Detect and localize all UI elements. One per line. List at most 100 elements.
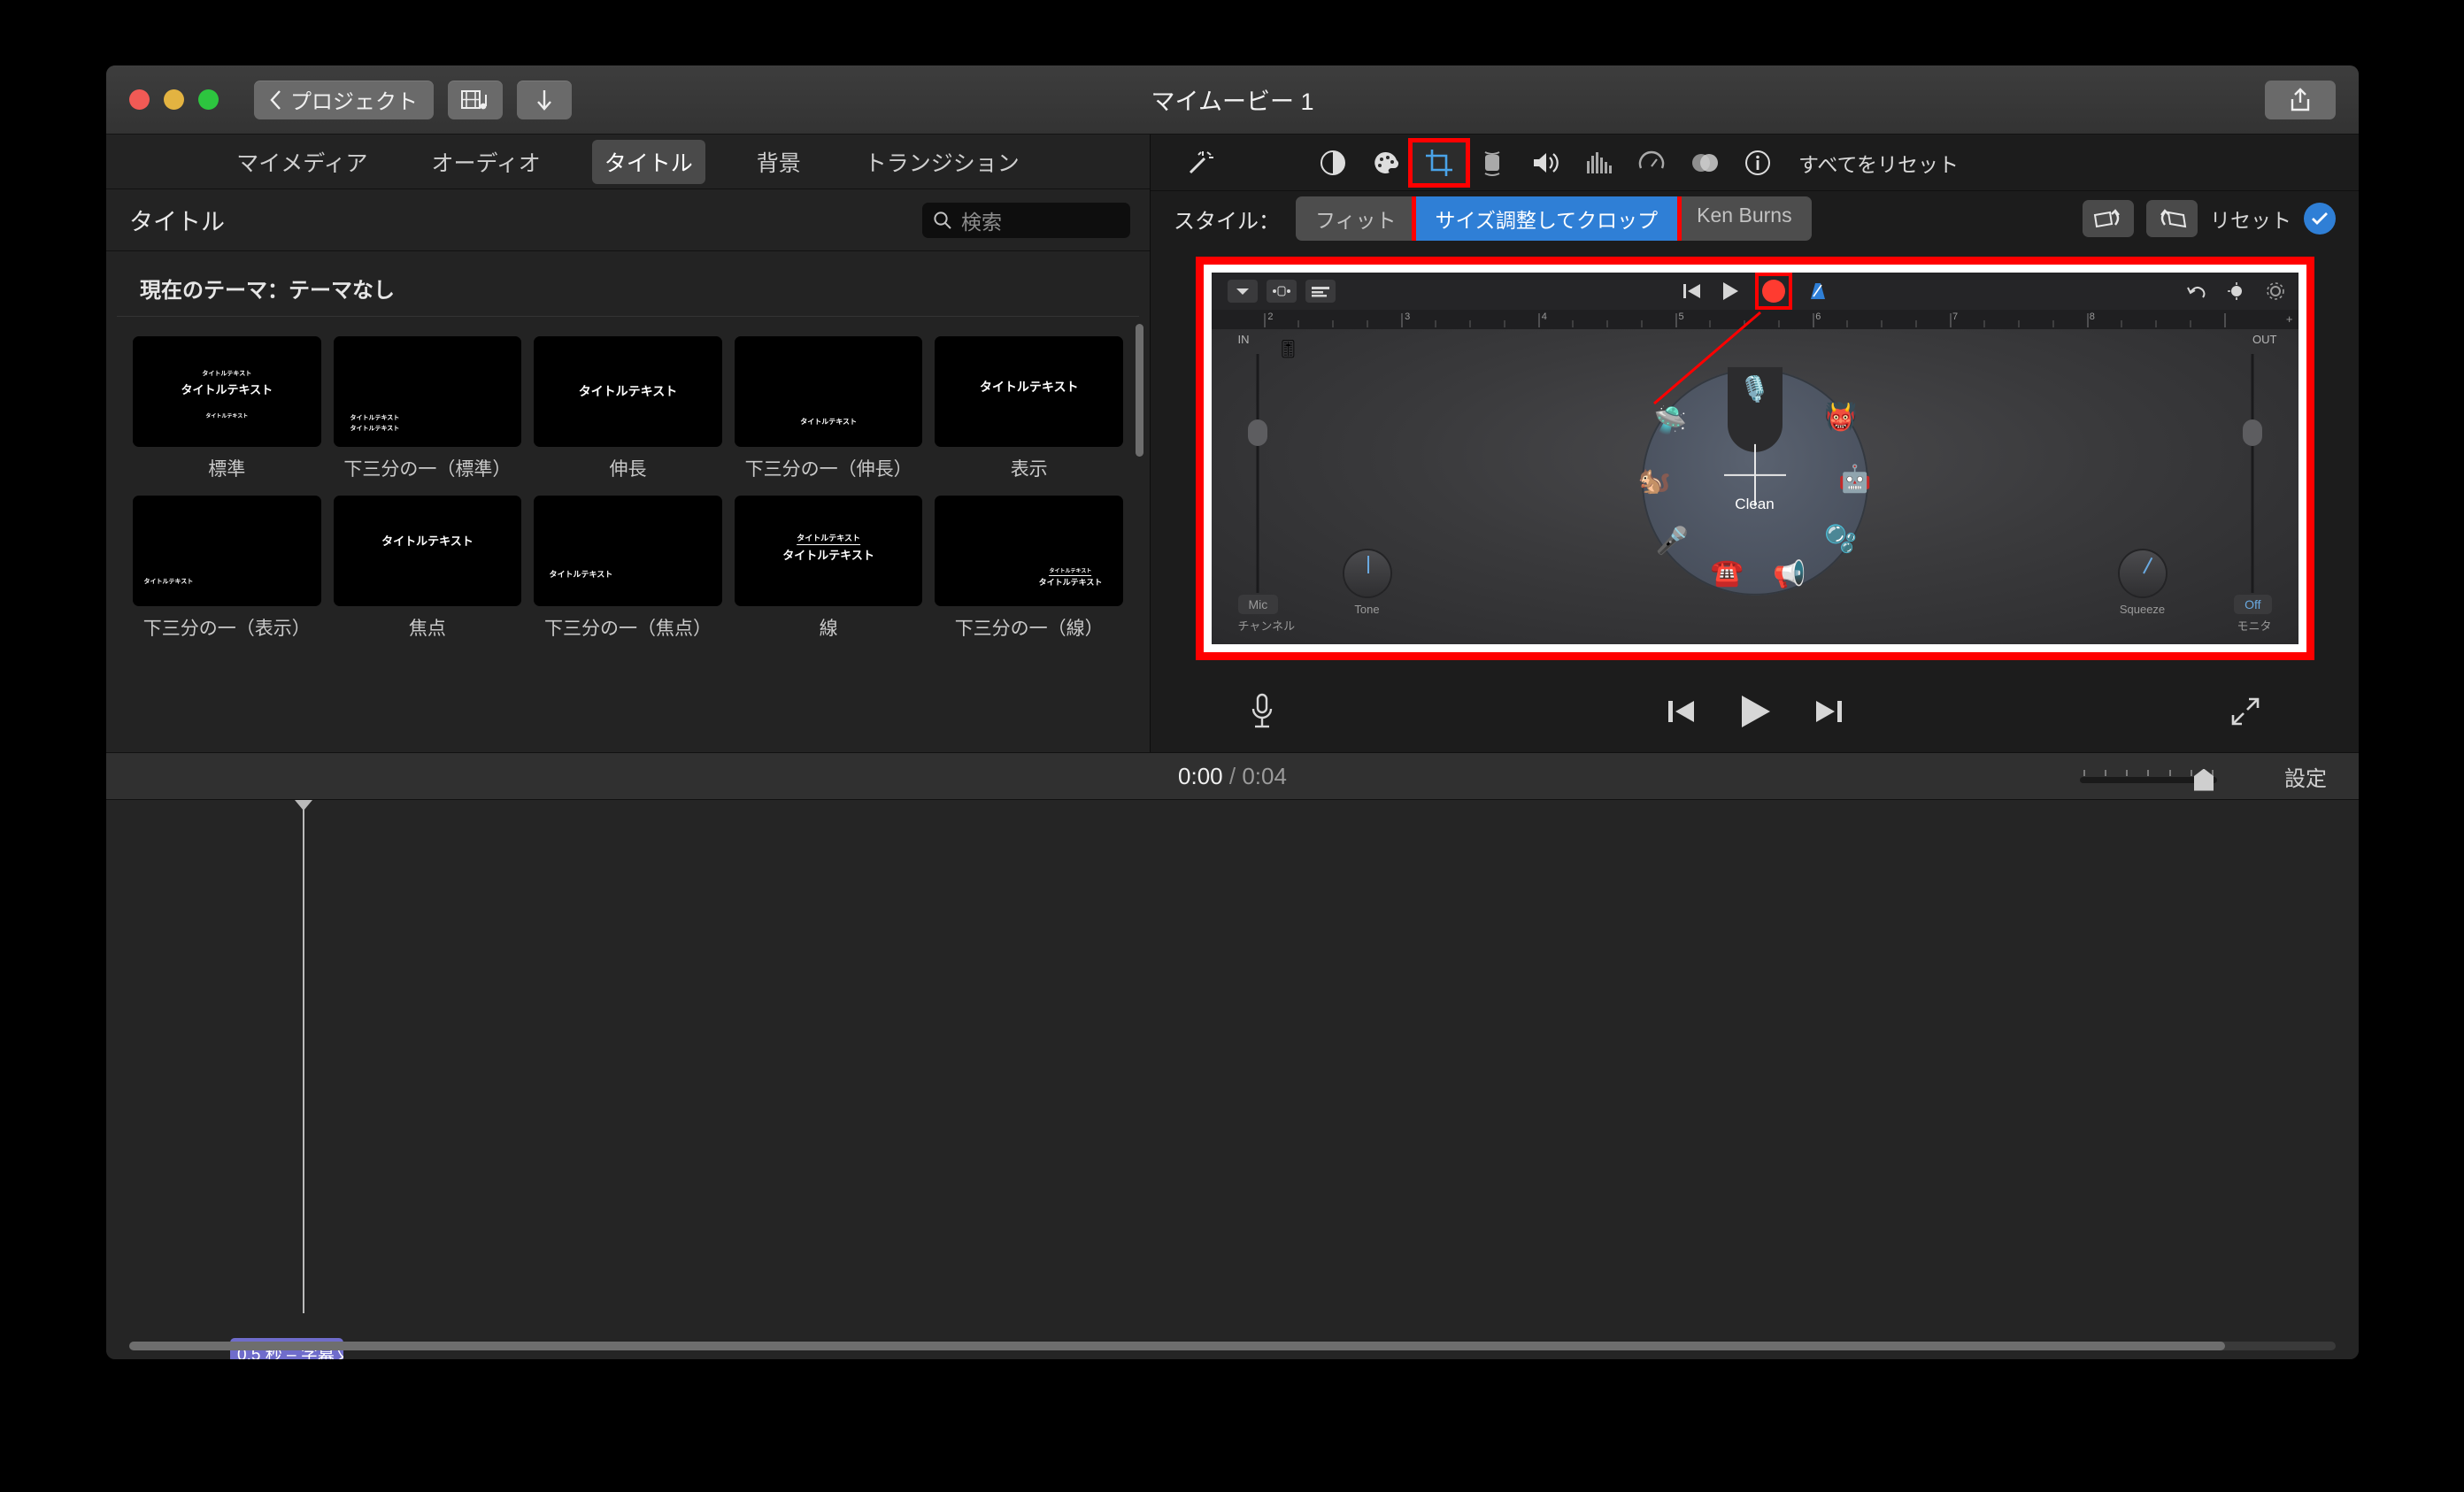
maximize-button[interactable] — [198, 89, 219, 110]
crop-selection-frame[interactable]: 2345678 + IN 🎚 OUT 🎙️ 🛸 👹 🐿️ 🤖 🎤 🫧 ☎️ 📢 … — [1195, 257, 2314, 660]
monitor-button[interactable]: Off — [2234, 595, 2272, 614]
record-button[interactable] — [1761, 280, 1785, 303]
auto-enhance-button[interactable] — [1174, 142, 1227, 183]
title-thumbnail[interactable]: タイトルテキスト タイトルテキスト — [935, 495, 1123, 606]
title-preview-text: タイトルテキスト — [205, 412, 249, 419]
title-item[interactable]: タイトルテキスト 下三分の一（伸長） — [734, 336, 923, 481]
title-thumbnail[interactable]: タイトルテキスト — [133, 495, 321, 606]
tone-knob[interactable] — [1344, 550, 1390, 596]
film-music-icon — [461, 89, 487, 109]
stabilization-button[interactable] — [1466, 142, 1519, 183]
style-label: スタイル： — [1174, 209, 1280, 234]
window-controls[interactable] — [129, 89, 219, 110]
telephone-icon[interactable]: ☎️ — [1711, 559, 1744, 587]
playhead[interactable] — [295, 800, 312, 1313]
tab-transitions[interactable]: トランジション — [852, 140, 1032, 184]
bubbles-icon[interactable]: 🫧 — [1824, 526, 1857, 553]
close-button[interactable] — [129, 89, 150, 110]
horizontal-scrollbar[interactable] — [129, 1342, 2336, 1350]
speed-button[interactable] — [1625, 142, 1678, 183]
voiceover-button[interactable] — [1248, 692, 1276, 731]
alien-ufo-icon[interactable]: 🛸 — [1654, 407, 1687, 435]
title-item[interactable]: タイトルテキスト 伸長 — [534, 336, 722, 481]
squirrel-icon[interactable]: 🐿️ — [1638, 467, 1671, 495]
minimize-button[interactable] — [164, 89, 184, 110]
timeline-settings-button[interactable]: 設定 — [2284, 761, 2327, 792]
robot-icon[interactable]: 🤖 — [1838, 465, 1871, 493]
title-thumbnail[interactable]: タイトルテキスト — [734, 336, 923, 447]
current-theme-label: 現在のテーマ：テーマなし — [140, 279, 395, 303]
ruler-mark: 2 — [1267, 311, 1274, 322]
squeeze-label: Squeeze — [2119, 603, 2166, 616]
title-preview-text: タイトルテキスト — [578, 385, 678, 400]
rotate-counterclockwise-button[interactable] — [2083, 200, 2134, 237]
title-item[interactable]: タイトルテキスト タイトルテキスト 下三分の一（標準） — [333, 336, 522, 481]
clip-filter-button[interactable] — [1678, 142, 1731, 183]
title-item[interactable]: タイトルテキスト 表示 — [935, 336, 1123, 481]
tab-audio[interactable]: オーディオ — [419, 140, 552, 184]
playback-controls[interactable] — [1667, 693, 1844, 730]
volume-icon — [1534, 152, 1559, 173]
timeline-zoom-slider[interactable] — [2080, 768, 2217, 791]
timeline[interactable]: 0.5 秒 – 字幕文章を… 🛸👹🐿️🤖🎤🫧☎️📢Clean🛸👹🐿️🤖🎤🫧☎️📢… — [106, 800, 2359, 1359]
undo-icon — [2186, 287, 2205, 298]
noise-reduction-button[interactable] — [1572, 142, 1625, 183]
apply-button[interactable] — [2304, 203, 2336, 235]
search-input[interactable]: 検索 — [922, 202, 1130, 238]
megaphone-icon[interactable]: 📢 — [1773, 561, 1806, 588]
monster-icon[interactable]: 👹 — [1824, 404, 1857, 431]
tab-titles[interactable]: タイトル — [591, 139, 705, 184]
squeeze-knob[interactable] — [2119, 550, 2166, 596]
color-balance-button[interactable] — [1306, 142, 1359, 183]
title-thumbnail[interactable]: タイトルテキスト — [333, 495, 522, 606]
input-label: IN — [1237, 333, 1250, 346]
loop-browser-icon[interactable] — [1305, 280, 1336, 303]
rotate-clockwise-button[interactable] — [2146, 200, 2198, 237]
title-thumbnail[interactable]: タイトルテキスト タイトルテキスト タイトルテキスト — [133, 336, 321, 447]
volume-button[interactable] — [1519, 142, 1572, 183]
share-button[interactable] — [2265, 81, 2336, 119]
voice-effect-dial[interactable]: 🎙️ 🛸 👹 🐿️ 🤖 🎤 🫧 ☎️ 📢 Clean — [1638, 366, 1872, 596]
import-media-button[interactable] — [448, 80, 503, 119]
title-item[interactable]: タイトルテキスト タイトルテキスト 下三分の一（線） — [935, 495, 1123, 641]
current-theme-row[interactable]: 現在のテーマ：テーマなし — [117, 251, 1139, 317]
input-level-slider[interactable]: IN — [1238, 333, 1267, 609]
title-item[interactable]: タイトルテキスト 下三分の一（焦点） — [534, 495, 722, 641]
timeline-ruler[interactable]: 2 3 4 5 6 7 8 + — [1211, 310, 2298, 329]
channel-button[interactable]: Mic — [1237, 595, 1279, 614]
title-thumbnail[interactable]: タイトルテキスト — [534, 495, 722, 606]
title-thumbnail[interactable]: タイトルテキスト — [935, 336, 1123, 447]
tab-backgrounds[interactable]: 背景 — [744, 140, 813, 184]
vintage-microphone-icon[interactable]: 🎤 — [1656, 527, 1689, 555]
crop-button[interactable] — [1408, 137, 1470, 188]
title-item[interactable]: タイトルテキスト 焦点 — [333, 495, 522, 641]
crop-style-segmented-control[interactable]: フィット サイズ調整してクロップ Ken Burns — [1296, 196, 1812, 241]
fullscreen-button[interactable] — [2229, 696, 2261, 727]
output-level-slider[interactable]: OUT — [2242, 333, 2277, 609]
reset-button[interactable]: リセット — [2210, 204, 2291, 234]
title-item[interactable]: タイトルテキスト タイトルテキスト線 — [734, 495, 923, 641]
equalizer-icon — [1587, 151, 1612, 173]
color-correction-button[interactable] — [1359, 142, 1413, 183]
title-item[interactable]: タイトルテキスト 下三分の一（表示） — [133, 495, 321, 641]
track-view-icon[interactable] — [1266, 280, 1297, 303]
download-button[interactable] — [517, 80, 572, 119]
title-thumbnail[interactable]: タイトルテキスト — [534, 336, 722, 447]
tab-my-media[interactable]: マイメディア — [224, 140, 380, 184]
title-thumbnail[interactable]: タイトルテキスト タイトルテキスト — [333, 336, 522, 447]
title-thumbnail[interactable]: タイトルテキスト タイトルテキスト — [734, 495, 923, 606]
chevron-down-icon[interactable] — [1227, 280, 1258, 303]
title-preview-text: タイトルテキスト — [350, 414, 400, 422]
vertical-scrollbar[interactable] — [1136, 324, 1143, 457]
style-option-ken-burns[interactable]: Ken Burns — [1677, 196, 1811, 241]
titles-scroll-area[interactable]: タイトルテキスト タイトルテキスト タイトルテキスト 標準 タイトルテキスト タイトルテキ… — [106, 317, 1150, 752]
ruler-mark: 4 — [1541, 311, 1547, 322]
style-option-fit[interactable]: フィット — [1296, 196, 1416, 241]
style-option-crop-to-fill[interactable]: サイズ調整してクロップ — [1411, 196, 1682, 241]
back-to-projects-button[interactable]: プロジェクト — [254, 80, 434, 119]
reset-all-button[interactable]: すべてをリセット — [1798, 148, 1959, 178]
title-item[interactable]: タイトルテキスト タイトルテキスト タイトルテキスト 標準 — [133, 336, 321, 481]
title-preview-text: タイトルテキスト — [181, 383, 273, 397]
chevron-left-icon — [270, 89, 281, 110]
info-button[interactable] — [1731, 142, 1784, 183]
